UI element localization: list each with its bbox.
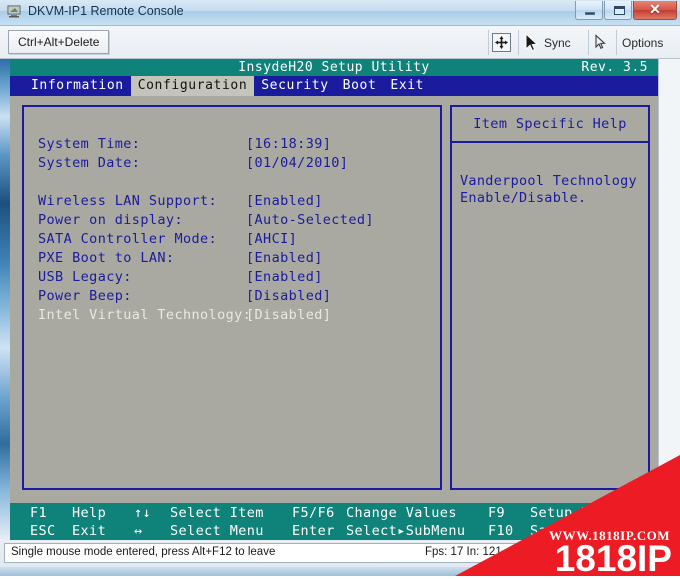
setting-row-pxe-boot-to-lan[interactable]: PXE Boot to LAN: [Enabled] [38, 249, 436, 268]
status-message: Single mouse mode entered, press Alt+F12… [11, 546, 276, 558]
mouse-pointer-small-icon [594, 34, 607, 51]
setting-row-power-beep[interactable]: Power Beep: [Disabled] [38, 287, 436, 306]
action-setup-defaults: Setup Defaults [530, 505, 650, 521]
mouse-pointer-icon [524, 32, 540, 53]
help-panel-title: Item Specific Help [473, 116, 627, 132]
bios-tab-security[interactable]: Security [254, 76, 335, 96]
setting-row-usb-legacy[interactable]: USB Legacy: [Enabled] [38, 268, 436, 287]
setting-label: PXE Boot to LAN: [38, 250, 175, 266]
bios-setup-screen: InsydeH20 Setup Utility Rev. 3.5 Informa… [10, 59, 658, 540]
help-panel-divider [452, 141, 648, 143]
action-change-values: Change Values [346, 505, 457, 521]
toolbar-divider [616, 30, 617, 55]
action-select-item: Select Item [170, 505, 264, 521]
bios-settings-panel: System Time: [16:18:39] System Date: [01… [22, 105, 442, 490]
bios-tab-exit[interactable]: Exit [383, 76, 431, 96]
key-left-right: ↔ [134, 523, 143, 539]
action-help: Help [72, 505, 107, 521]
setting-row-power-on-display[interactable]: Power on display: [Auto-Selected] [38, 211, 436, 230]
key-f9: F9 [488, 505, 506, 521]
setting-label: Power on display: [38, 212, 183, 228]
bios-key-legend-row-2: ESC Exit ↔ Select Menu Enter Select▸SubM… [10, 522, 658, 540]
bios-revision: Rev. 3.5 [581, 60, 648, 75]
remote-console-window: DKVM-IP1 Remote Console ✕ Ctrl+Alt+Delet… [0, 0, 680, 577]
ctrl-alt-delete-button[interactable]: Ctrl+Alt+Delete [8, 30, 110, 54]
key-f10: F10 [488, 523, 514, 539]
item-specific-help-panel: Item Specific Help Vanderpool Technology… [450, 105, 650, 490]
toolbar-divider [518, 30, 519, 55]
key-up-down: ↑↓ [134, 505, 152, 521]
setting-row-wireless-lan-support[interactable]: Wireless LAN Support: [Enabled] [38, 192, 436, 211]
fit-to-window-icon [492, 33, 511, 52]
sync-button[interactable]: Sync [524, 30, 571, 55]
help-panel-text: Vanderpool Technology Enable/Disable. [460, 173, 637, 206]
bios-key-legend: F1 Help ↑↓ Select Item F5/F6 Change Valu… [10, 503, 658, 540]
window-title: DKVM-IP1 Remote Console [28, 4, 184, 18]
bios-menu-bar: Information Configuration Security Boot … [10, 76, 658, 96]
remote-console-icon [6, 3, 22, 19]
setting-row-intel-virtual-technology[interactable]: Intel Virtual Technology: [Disabled] [38, 306, 436, 325]
setting-label: Intel Virtual Technology: [38, 307, 252, 323]
options-button[interactable]: Options [622, 30, 663, 55]
toolbar-divider [588, 30, 589, 55]
setting-value: [Enabled] [246, 193, 323, 209]
kvm-console-area[interactable]: InsydeH20 Setup Utility Rev. 3.5 Informa… [0, 59, 680, 540]
window-controls: ✕ [575, 1, 677, 20]
bios-settings-list: System Time: [16:18:39] System Date: [01… [38, 135, 436, 325]
fit-to-window-button[interactable] [492, 30, 511, 55]
action-select-menu: Select Menu [170, 523, 264, 539]
key-enter: Enter [292, 523, 335, 539]
console-toolbar: Ctrl+Alt+Delete Sync Options [0, 26, 680, 59]
setting-row-system-time[interactable]: System Time: [16:18:39] [38, 135, 436, 154]
sync-label: Sync [544, 35, 571, 50]
setting-value: [Auto-Selected] [246, 212, 374, 228]
setting-value: [16:18:39] [246, 136, 332, 152]
bios-header: InsydeH20 Setup Utility Rev. 3.5 [10, 59, 658, 76]
bios-tab-boot[interactable]: Boot [336, 76, 384, 96]
pointer-button[interactable] [594, 30, 607, 55]
key-f5-f6: F5/F6 [292, 505, 335, 521]
action-select-submenu: Select▸SubMenu [346, 523, 466, 539]
bios-content: System Time: [16:18:39] System Date: [01… [10, 96, 658, 503]
setting-label: USB Legacy: [38, 269, 132, 285]
action-exit: Exit [72, 523, 107, 539]
bios-key-legend-row-1: F1 Help ↑↓ Select Item F5/F6 Change Valu… [10, 504, 658, 522]
window-title-bar: DKVM-IP1 Remote Console ✕ [0, 0, 680, 26]
setting-label: System Date: [38, 155, 141, 171]
setting-row-sata-controller-mode[interactable]: SATA Controller Mode: [AHCI] [38, 230, 436, 249]
setting-value: [Disabled] [246, 288, 332, 304]
setting-value: [Enabled] [246, 269, 323, 285]
bios-tab-information[interactable]: Information [24, 76, 131, 96]
status-bar-strip [0, 567, 680, 576]
maximize-icon [614, 6, 625, 15]
action-save-and-exit: Save and Exit [530, 523, 641, 539]
setting-value: [01/04/2010] [246, 155, 349, 171]
status-bar-inset: Single mouse mode entered, press Alt+F12… [4, 543, 668, 563]
toolbar-divider [488, 30, 489, 55]
status-stats: Fps: 17 In: 121 [425, 546, 502, 558]
status-bar: Single mouse mode entered, press Alt+F12… [0, 540, 680, 576]
close-icon: ✕ [649, 1, 661, 17]
bios-title: InsydeH20 Setup Utility [238, 60, 430, 75]
bios-tab-configuration[interactable]: Configuration [130, 76, 255, 96]
minimize-button[interactable] [575, 1, 603, 20]
setting-value: [Enabled] [246, 250, 323, 266]
key-esc: ESC [30, 523, 56, 539]
setting-label: Power Beep: [38, 288, 132, 304]
setting-value: [AHCI] [246, 231, 298, 247]
setting-label: Wireless LAN Support: [38, 193, 218, 209]
setting-row-system-date[interactable]: System Date: [01/04/2010] [38, 154, 436, 173]
window-right-edge-decoration [658, 59, 680, 540]
minimize-icon [585, 12, 595, 15]
setting-value: [Disabled] [246, 307, 332, 323]
key-f1: F1 [30, 505, 48, 521]
settings-spacer [38, 173, 436, 192]
setting-label: SATA Controller Mode: [38, 231, 218, 247]
window-left-edge-decoration [0, 59, 10, 540]
maximize-button[interactable] [604, 1, 632, 20]
setting-label: System Time: [38, 136, 141, 152]
options-label: Options [622, 35, 664, 50]
close-button[interactable]: ✕ [633, 1, 677, 20]
